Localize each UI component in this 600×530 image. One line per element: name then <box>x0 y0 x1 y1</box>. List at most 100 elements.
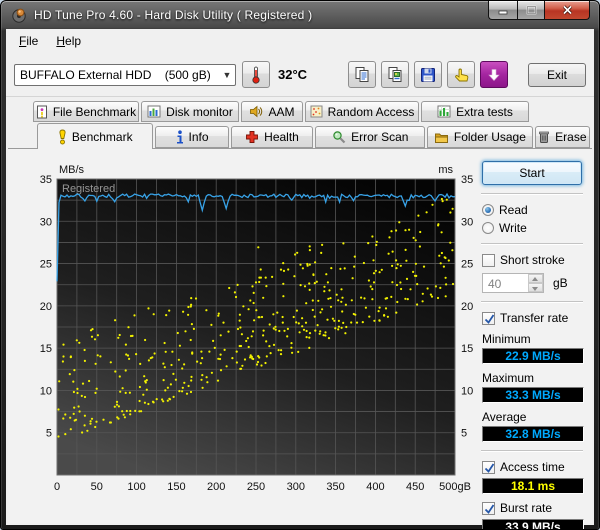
menu-file[interactable]: File <box>12 31 45 51</box>
minimum-value: 22.9 MB/s <box>482 348 584 364</box>
benchmark-chart: Registered050100150200250300350400450500… <box>8 158 480 504</box>
separator <box>481 243 583 245</box>
maximum-label: Maximum <box>482 371 582 385</box>
tab-error-scan[interactable]: Error Scan <box>315 126 425 148</box>
svg-text:0: 0 <box>54 481 60 493</box>
menu-help[interactable]: Help <box>49 31 88 51</box>
tab-label: File Benchmark <box>53 105 136 119</box>
short-stroke-size-value: 40 <box>483 274 528 292</box>
svg-text:20: 20 <box>461 301 473 313</box>
spinner-buttons <box>528 274 543 292</box>
short-stroke-size-field[interactable]: 40 <box>482 273 544 293</box>
trash-icon <box>538 130 550 144</box>
drive-selector[interactable]: BUFFALO External HDD (500 gB) ▼ <box>14 64 236 86</box>
temperature-button[interactable] <box>242 61 270 88</box>
short-stroke-unit-label: gB <box>553 276 568 290</box>
tab-file-benchmark[interactable]: File Benchmark <box>33 101 139 122</box>
svg-text:Registered: Registered <box>62 183 115 195</box>
title-bar[interactable]: HD Tune Pro 4.60 - Hard Disk Utility ( R… <box>1 1 599 29</box>
transfer-rate-checkbox[interactable]: Transfer rate <box>482 311 582 325</box>
check-icon <box>483 462 496 475</box>
tab-disk-monitor[interactable]: Disk monitor <box>141 101 239 122</box>
burst-rate-label: Burst rate <box>500 501 552 515</box>
transfer-rate-checkbox-control[interactable] <box>482 312 495 325</box>
write-radio-label: Write <box>499 221 527 235</box>
read-radio[interactable]: Read <box>482 203 582 217</box>
svg-text:100: 100 <box>127 481 145 493</box>
client-area: File Help BUFFALO External HDD (500 gB) … <box>6 29 594 525</box>
svg-text:200: 200 <box>207 481 225 493</box>
tab-benchmark[interactable]: Benchmark <box>37 123 153 149</box>
tab-label: Benchmark <box>72 130 133 144</box>
tab-info[interactable]: Info <box>155 126 228 148</box>
burst-rate-checkbox[interactable]: Burst rate <box>482 501 582 515</box>
svg-text:150: 150 <box>167 481 185 493</box>
maximize-button[interactable] <box>517 1 545 20</box>
copy-screenshot-button[interactable] <box>381 61 409 88</box>
tab-folder-usage[interactable]: Folder Usage <box>427 126 533 148</box>
tab-aam[interactable]: AAM <box>241 101 303 122</box>
spinner-down-button[interactable] <box>528 283 543 292</box>
tab-random-access[interactable]: Random Access <box>305 101 419 122</box>
options-button[interactable] <box>447 61 475 88</box>
write-radio[interactable]: Write <box>482 221 582 235</box>
tab-health[interactable]: Health <box>231 126 314 148</box>
tab-label: Erase <box>555 130 586 144</box>
burst-rate-checkbox-control[interactable] <box>482 502 495 515</box>
average-value: 32.8 MB/s <box>482 426 584 442</box>
tab-extra-tests[interactable]: Extra tests <box>421 101 529 122</box>
random-dots-icon <box>310 105 323 118</box>
temperature-value: 32°C <box>278 67 307 82</box>
transfer-rate-label: Transfer rate <box>500 311 568 325</box>
spinner-up-button[interactable] <box>528 274 543 283</box>
access-time-checkbox-control[interactable] <box>482 461 495 474</box>
svg-text:350: 350 <box>326 481 344 493</box>
svg-text:MB/s: MB/s <box>59 164 85 176</box>
svg-text:5: 5 <box>46 428 52 440</box>
short-stroke-size-row: 40 gB <box>482 273 582 293</box>
svg-text:300: 300 <box>287 481 305 493</box>
tab-label: Info <box>189 130 209 144</box>
down-arrow-icon <box>487 68 501 82</box>
tab-label: Folder Usage <box>454 130 526 144</box>
svg-text:30: 30 <box>461 216 473 228</box>
tab-label: Error Scan <box>351 130 408 144</box>
download-button[interactable] <box>480 61 508 88</box>
copy-text-button[interactable] <box>348 61 376 88</box>
info-icon <box>176 130 184 144</box>
read-radio-control[interactable] <box>482 204 494 216</box>
access-time-checkbox[interactable]: Access time <box>482 460 582 474</box>
maximize-icon <box>526 5 537 15</box>
menu-bar: File Help <box>6 29 594 53</box>
drive-selector-value: BUFFALO External HDD (500 gB) <box>20 68 219 82</box>
svg-text:450: 450 <box>406 481 424 493</box>
svg-text:30: 30 <box>40 216 52 228</box>
exit-button[interactable]: Exit <box>528 63 586 87</box>
exclamation-icon <box>58 129 67 145</box>
red-cross-icon <box>245 130 259 144</box>
svg-text:5: 5 <box>461 428 467 440</box>
tab-label: Health <box>264 130 299 144</box>
write-radio-control[interactable] <box>482 222 494 234</box>
access-time-value: 18.1 ms <box>482 478 584 494</box>
minimize-button[interactable] <box>488 1 517 20</box>
bar-chart-icon <box>147 105 161 118</box>
burst-rate-value: 33.9 MB/s <box>482 519 584 530</box>
start-button[interactable]: Start <box>482 161 582 185</box>
magnifier-icon <box>332 130 346 144</box>
toolbar: BUFFALO External HDD (500 gB) ▼ 32°C <box>6 53 594 97</box>
tab-row-primary: Benchmark Info Health Error Scan Folder … <box>37 122 592 148</box>
svg-text:35: 35 <box>461 174 473 186</box>
hand-icon <box>453 67 470 83</box>
close-button[interactable] <box>545 1 590 20</box>
tab-erase[interactable]: Erase <box>535 126 590 148</box>
short-stroke-checkbox-control[interactable] <box>482 254 495 267</box>
read-radio-label: Read <box>499 203 528 217</box>
svg-text:15: 15 <box>461 343 473 355</box>
svg-text:15: 15 <box>40 343 52 355</box>
svg-text:25: 25 <box>461 259 473 271</box>
separator <box>481 193 583 195</box>
short-stroke-checkbox[interactable]: Short stroke <box>482 253 582 267</box>
save-button[interactable] <box>414 61 442 88</box>
access-time-label: Access time <box>500 460 565 474</box>
